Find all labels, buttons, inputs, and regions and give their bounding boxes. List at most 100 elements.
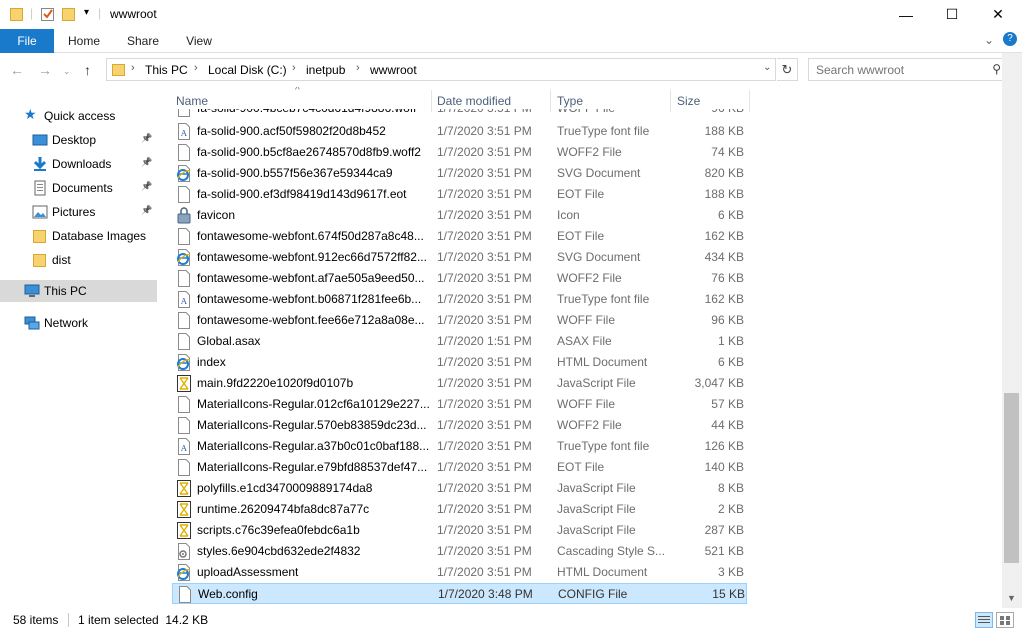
tab-view[interactable]: View	[178, 29, 220, 53]
file-date: 1/7/2020 3:51 PM	[437, 523, 532, 537]
table-row-selected[interactable]: Web.config 1/7/2020 3:48 PM CONFIG File 15 …	[172, 583, 747, 604]
file-size: 6 KB	[717, 208, 744, 222]
column-header-date[interactable]: Date modified	[437, 94, 511, 108]
table-row[interactable]: fontawesome-webfont.af7ae505a9eed50... 1/…	[172, 268, 747, 289]
search-icon[interactable]: ⚲	[992, 62, 1001, 76]
file-type: WOFF2 File	[557, 418, 622, 432]
table-row[interactable]: index 1/7/2020 3:51 PM HTML Document 6 KB	[172, 352, 747, 373]
breadcrumb-separator-icon[interactable]: ›	[292, 62, 296, 74]
breadcrumb-separator-icon[interactable]: ›	[194, 62, 198, 74]
nav-label: Database Images	[52, 229, 147, 243]
nav-this-pc[interactable]: This PC	[0, 280, 157, 302]
scroll-down-icon[interactable]: ▼	[1007, 593, 1016, 603]
vertical-scrollbar[interactable]: ▼	[1002, 53, 1022, 608]
tab-share[interactable]: Share	[118, 29, 168, 53]
table-row[interactable]: MaterialIcons-Regular.570eb83859dc23d...…	[172, 415, 747, 436]
column-header-name[interactable]: Name	[176, 94, 208, 108]
table-row[interactable]: fontawesome-webfont.674f50d287a8c48... 1/…	[172, 226, 747, 247]
properties-icon[interactable]	[40, 6, 56, 25]
column-header-size[interactable]: Size	[677, 94, 700, 108]
file-type: EOT File	[557, 460, 605, 474]
table-row[interactable]: Afontawesome-webfont.b06871f281fee6b... 1…	[172, 289, 747, 310]
large-icons-view-button[interactable]	[996, 612, 1014, 628]
pin-icon[interactable]: 📌	[141, 205, 152, 216]
breadcrumb-separator-icon[interactable]: ›	[356, 62, 360, 74]
up-icon[interactable]: ↑	[84, 62, 91, 78]
table-row[interactable]: fa-solid-900.ef3df98419d143d9617f.eot 1/7…	[172, 184, 747, 205]
breadcrumb-separator-icon[interactable]: ›	[131, 62, 135, 74]
tab-file[interactable]: File	[0, 29, 54, 53]
scrollbar-thumb[interactable]	[1004, 393, 1019, 563]
table-row[interactable]: scripts.c76c39efea0febdc6a1b 1/7/2020 3:5…	[172, 520, 747, 541]
nav-item-desktop[interactable]: Desktop 📌	[0, 129, 157, 151]
search-input[interactable]	[809, 59, 979, 80]
table-row[interactable]: fontawesome-webfont.fee66e712a8a08e... 1/…	[172, 310, 747, 331]
javascript-file-icon	[176, 501, 192, 518]
table-row[interactable]: uploadAssessment 1/7/2020 3:51 PM HTML Doc…	[172, 562, 747, 583]
tab-home[interactable]: Home	[60, 29, 108, 53]
file-name: fa-solid-900.acf50f59802f20d8b452	[197, 124, 386, 138]
recent-locations-icon[interactable]: ⌄	[63, 66, 71, 77]
minimize-button[interactable]: —	[883, 0, 929, 29]
breadcrumb-this-pc[interactable]: This PC	[145, 63, 188, 77]
address-bar[interactable]: › This PC › Local Disk (C:) › inetpub › …	[106, 58, 776, 81]
table-row[interactable]: styles.6e904cbd632ede2f4832 1/7/2020 3:51…	[172, 541, 747, 562]
table-row[interactable]: MaterialIcons-Regular.e79bfd88537def47..…	[172, 457, 747, 478]
selection-info: 1 item selected 14.2 KB	[78, 613, 209, 627]
file-type: SVG Document	[557, 250, 641, 264]
table-row[interactable]: A MaterialIcons-Regular.a37b0c01c0baf188.…	[172, 436, 747, 457]
table-row[interactable]: fontawesome-webfont.912ec66d7572ff82... 1…	[172, 247, 747, 268]
breadcrumb-inetpub[interactable]: inetpub	[306, 63, 345, 77]
file-size: 287 KB	[704, 523, 744, 537]
new-folder-icon[interactable]	[62, 6, 76, 25]
column-divider[interactable]	[749, 90, 750, 112]
javascript-file-icon	[176, 480, 192, 497]
table-row[interactable]: Global.asax 1/7/2020 1:51 PM ASAX File 1 KB	[172, 331, 747, 352]
maximize-button[interactable]: ☐	[929, 0, 975, 29]
forward-icon[interactable]: →	[38, 62, 52, 78]
file-name: fa-solid-900.b557f56e367e59344ca9	[197, 166, 393, 180]
customize-quick-access-icon[interactable]: ▾	[84, 7, 89, 18]
nav-item-database-images[interactable]: Database Images	[0, 225, 157, 247]
table-row[interactable]: fa-solid-900.4bceb7c4c0d61d4f9886.woff 1/…	[172, 109, 747, 117]
column-header-type[interactable]: Type	[557, 94, 583, 108]
file-size: 74 KB	[711, 145, 744, 159]
breadcrumb-wwwroot[interactable]: wwwroot	[370, 63, 417, 77]
file-date: 1/7/2020 3:51 PM	[437, 460, 532, 474]
favicon-icon	[176, 207, 192, 224]
pin-icon[interactable]: 📌	[141, 133, 152, 144]
table-row[interactable]: main.9fd2220e1020f9d0107b 1/7/2020 3:51 P…	[172, 373, 747, 394]
file-type: JavaScript File	[557, 376, 636, 390]
file-size: 140 KB	[704, 460, 744, 474]
file-date: 1/7/2020 3:51 PM	[437, 250, 532, 264]
pin-icon[interactable]: 📌	[141, 157, 152, 168]
nav-item-downloads[interactable]: Downloads 📌	[0, 153, 157, 175]
status-bar: 58 items 1 item selected 14.2 KB	[0, 608, 1022, 633]
file-type: JavaScript File	[557, 502, 636, 516]
table-row[interactable]: Afa-solid-900.acf50f59802f20d8b452 1/7/20…	[172, 121, 747, 142]
pin-icon[interactable]: 📌	[141, 181, 152, 192]
nav-item-documents[interactable]: Documents 📌	[0, 177, 157, 199]
file-size: 2 KB	[717, 502, 744, 516]
back-icon[interactable]: ←	[10, 62, 24, 78]
close-button[interactable]: ✕	[975, 0, 1021, 29]
nav-network[interactable]: Network	[0, 312, 157, 334]
table-row[interactable]: fa-solid-900.b5cf8ae26748570d8fb9.woff2 1…	[172, 142, 747, 163]
table-row[interactable]: fa-solid-900.b557f56e367e59344ca9 1/7/202…	[172, 163, 747, 184]
nav-item-pictures[interactable]: Pictures 📌	[0, 201, 157, 223]
table-row[interactable]: favicon 1/7/2020 3:51 PM Icon 6 KB	[172, 205, 747, 226]
details-view-button[interactable]	[975, 612, 993, 628]
nav-item-dist[interactable]: dist	[0, 249, 157, 271]
document-icon	[176, 144, 192, 161]
address-dropdown-icon[interactable]: ⌄	[763, 62, 771, 73]
refresh-button[interactable]: ↻	[777, 58, 798, 81]
search-box[interactable]: ⚲	[808, 58, 1008, 81]
breadcrumb-local-disk[interactable]: Local Disk (C:)	[208, 63, 287, 77]
help-icon[interactable]: ?	[1003, 32, 1017, 46]
svg-text:A: A	[180, 297, 187, 306]
table-row[interactable]: runtime.26209474bfa8dc87a77c 1/7/2020 3:5…	[172, 499, 747, 520]
expand-ribbon-icon[interactable]: ⌄	[984, 33, 994, 47]
table-row[interactable]: MaterialIcons-Regular.012cf6a10129e227..…	[172, 394, 747, 415]
table-row[interactable]: polyfills.e1cd3470009889174da8 1/7/2020 3…	[172, 478, 747, 499]
nav-quick-access[interactable]: ★ Quick access	[0, 105, 157, 127]
